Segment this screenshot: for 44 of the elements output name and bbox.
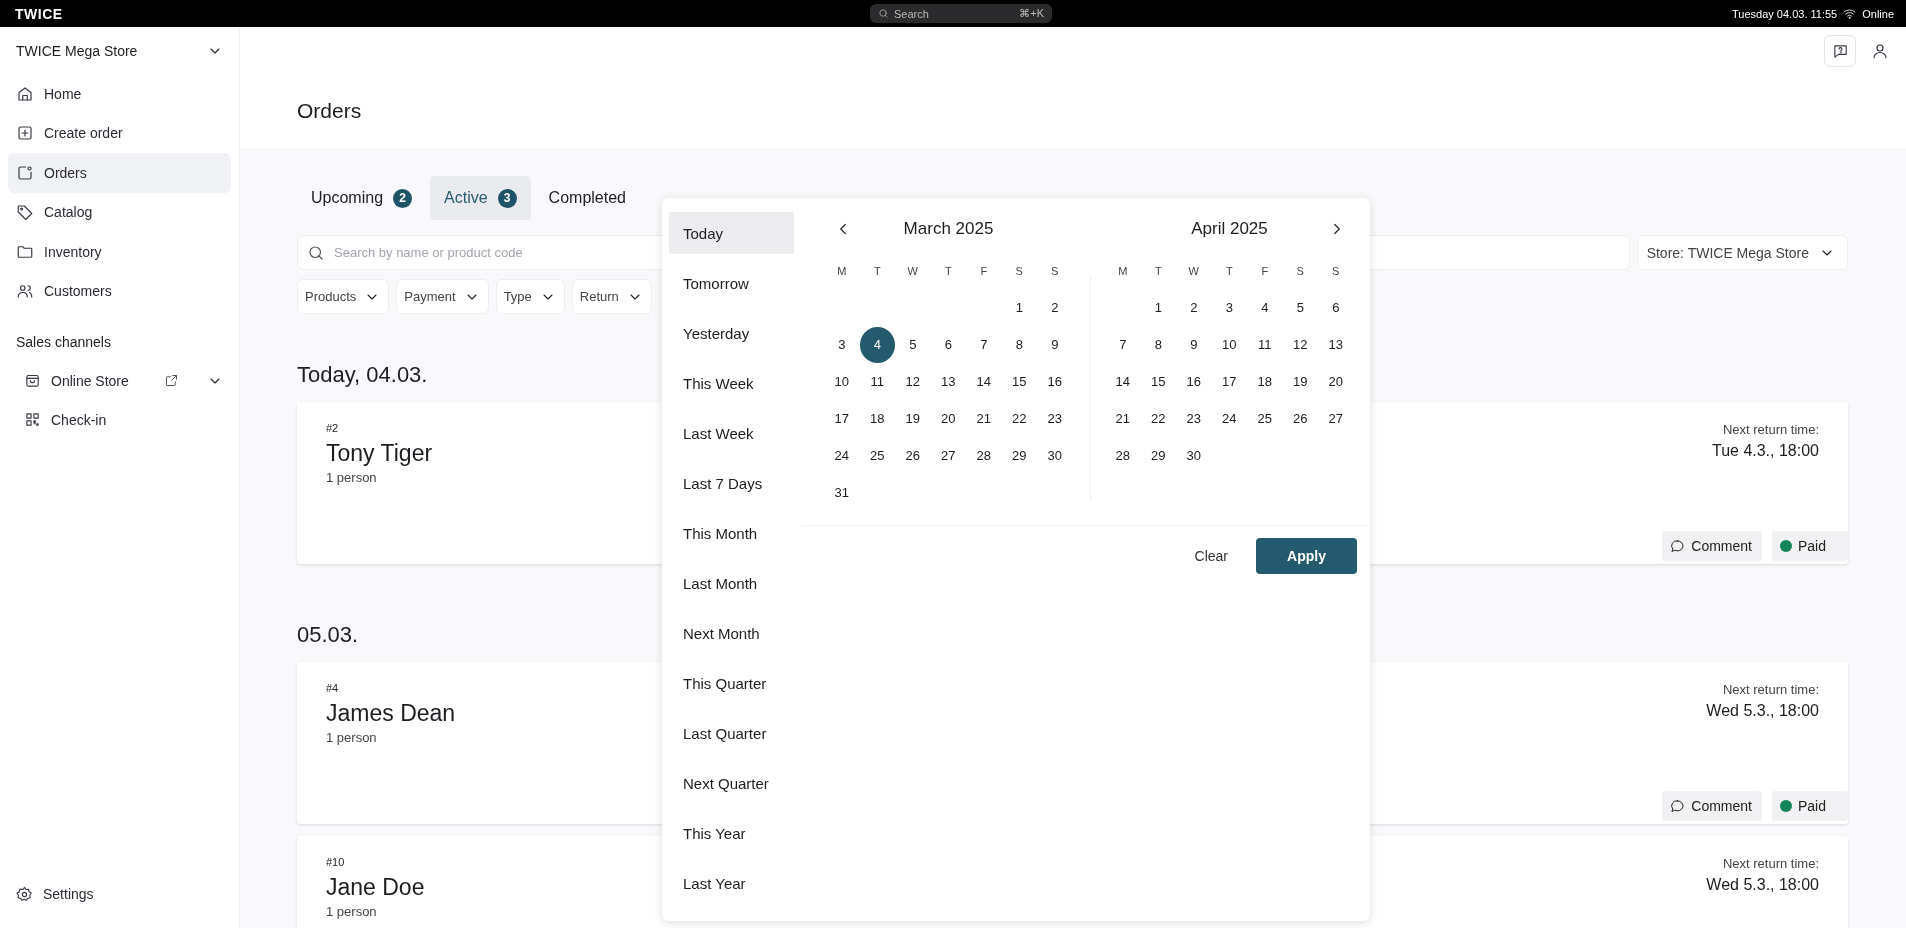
month-title: March 2025 <box>903 219 994 239</box>
weekday-label: T <box>1153 263 1163 279</box>
order-number: #2 <box>326 422 340 434</box>
return-time: Tue 4.3., 18:00 <box>1711 442 1819 460</box>
payment-status: Paid <box>1771 791 1848 821</box>
weekday-label: W <box>906 263 919 279</box>
weekday-label: T <box>872 263 882 279</box>
return-label: Next return time: <box>1721 682 1819 697</box>
logo: TWICE <box>15 5 63 22</box>
weekday-label: S <box>1050 263 1060 279</box>
people-count: 1 person <box>326 730 378 745</box>
weekday-label: S <box>1295 263 1305 279</box>
order-number: #10 <box>326 856 346 868</box>
weekday-label: T <box>1224 263 1234 279</box>
weekday-label: S <box>1014 263 1024 279</box>
count-badge: 2 <box>393 188 413 208</box>
group-heading: Today, 04.03. <box>297 362 428 388</box>
weekday-label: F <box>979 263 989 279</box>
weekday-label: S <box>1331 263 1341 279</box>
weekday-label: F <box>1260 263 1270 279</box>
month-title: April 2025 <box>1191 219 1268 239</box>
return-label: Next return time: <box>1721 856 1819 871</box>
shortcut-hint: ⌘+K <box>1019 7 1044 20</box>
weekday-label: M <box>1117 263 1129 279</box>
page-title: Orders <box>297 99 362 123</box>
customer-name: Jane Doe <box>326 874 425 901</box>
return-time: Wed 5.3., 18:00 <box>1706 702 1819 720</box>
group-heading: 05.03. <box>297 622 359 648</box>
weekday-label: W <box>1187 263 1200 279</box>
payment-status: Paid <box>1771 531 1848 561</box>
customer-name: James Dean <box>326 700 456 727</box>
section-title: Sales channels <box>15 333 112 352</box>
people-count: 1 person <box>326 904 378 919</box>
weekday-label: M <box>836 263 848 279</box>
people-count: 1 person <box>326 470 378 485</box>
date-time: Tuesday 04.03. 11:55 <box>1732 7 1838 20</box>
return-time: Wed 5.3., 18:00 <box>1706 876 1819 894</box>
search-placeholder: Search <box>894 7 930 20</box>
status-text: Online <box>1862 7 1894 20</box>
customer-name: Tony Tiger <box>326 440 433 467</box>
order-number: #4 <box>326 682 340 694</box>
count-badge: 3 <box>497 188 517 208</box>
weekday-label: T <box>943 263 953 279</box>
return-label: Next return time: <box>1721 422 1819 437</box>
